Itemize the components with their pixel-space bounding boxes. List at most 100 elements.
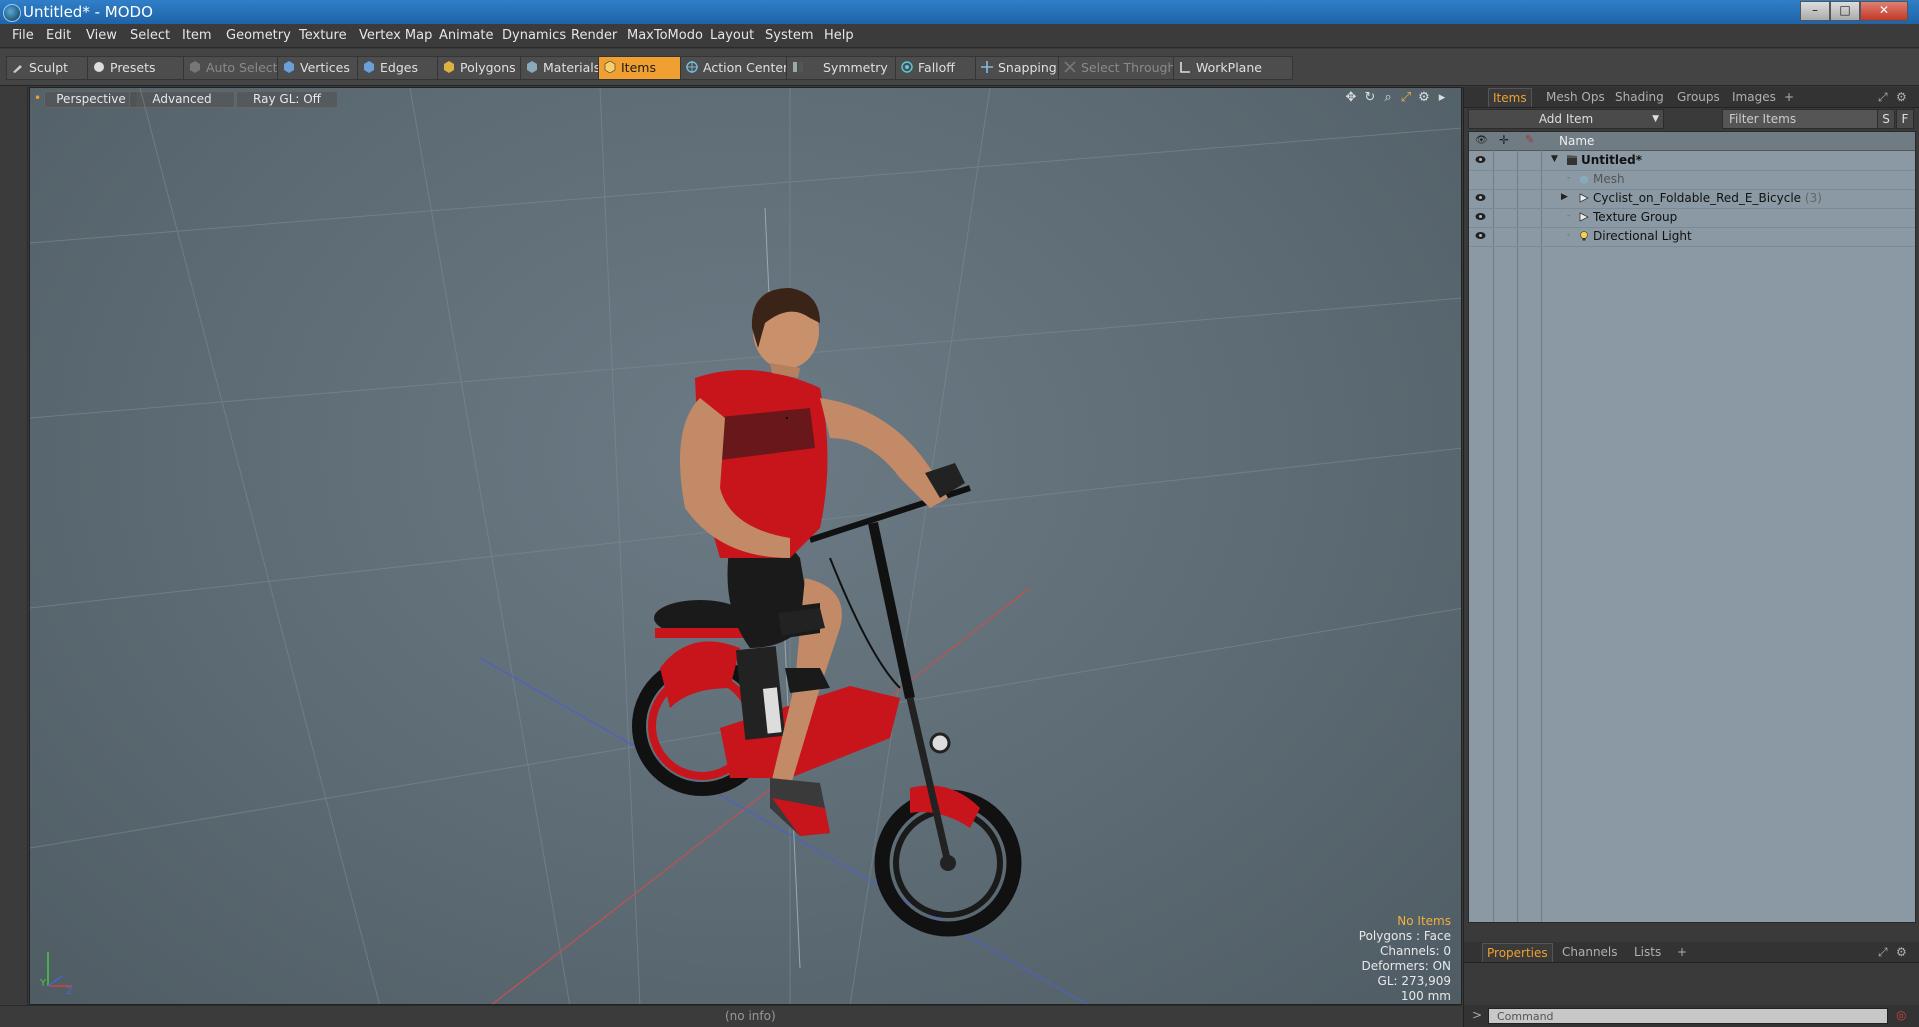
item-list: 👁 ✛ ✎ Name ▼ Untitled* - Mesh ▶ Cyclist_…	[1468, 131, 1916, 923]
tab-items[interactable]: Items	[1488, 88, 1532, 107]
maximize-button[interactable]: □	[1830, 1, 1860, 21]
right-panel: Items Mesh Ops Shading Groups Images + ⤢…	[1463, 87, 1919, 1027]
panel-settings-gear-icon[interactable]: ⚙	[1896, 88, 1907, 106]
item-row-untitled[interactable]: ▼ Untitled*	[1469, 151, 1915, 171]
visibility-eye-icon[interactable]	[1475, 155, 1486, 164]
cyclist-item-label: Cyclist_on_Foldable_Red_E_Bicycle	[1593, 191, 1802, 205]
menu-render[interactable]: Render	[571, 24, 617, 48]
materials-icon	[527, 61, 537, 73]
light-bulb-icon	[1580, 231, 1588, 241]
tab-shading[interactable]: Shading	[1615, 88, 1664, 106]
menu-item[interactable]: Item	[182, 24, 212, 48]
panel-expand-icon[interactable]: ⤢	[1878, 88, 1888, 106]
items-icon	[604, 61, 616, 73]
left-tool-strip	[0, 87, 28, 1005]
symmetry-icon	[793, 62, 803, 72]
filter-items-input[interactable]: Filter Items	[1722, 109, 1880, 129]
command-bar: > Command ◎	[1464, 1005, 1919, 1027]
add-item-button[interactable]: Add Item ▼	[1468, 109, 1664, 129]
workplane-button[interactable]: WorkPlane	[1173, 56, 1293, 80]
status-info: (no info)	[725, 1009, 776, 1023]
add-tab-icon[interactable]: +	[1784, 88, 1794, 106]
presets-icon	[94, 62, 104, 72]
3d-viewport[interactable]: • Perspective Advanced Ray GL: Off ✥ ↻ ⌕…	[29, 87, 1462, 1005]
title-bar: Untitled* - MODO – □ ✕	[0, 0, 1919, 24]
properties-panel-tabbar: Properties Channels Lists + ⤢ ⚙	[1464, 942, 1919, 963]
scale-info: 100 mm	[1400, 989, 1451, 1003]
menu-view[interactable]: View	[86, 24, 117, 48]
collapse-arrow-icon[interactable]: ▼	[1551, 154, 1558, 164]
menu-layout[interactable]: Layout	[710, 24, 754, 48]
command-prompt-icon: >	[1472, 1008, 1483, 1022]
items-panel-tabbar: Items Mesh Ops Shading Groups Images + ⤢…	[1464, 87, 1919, 108]
visibility-eye-icon[interactable]	[1475, 193, 1486, 202]
snapping-icon	[981, 61, 993, 73]
filter-s-button[interactable]: S	[1877, 109, 1895, 129]
minimize-button[interactable]: –	[1800, 1, 1830, 21]
filter-f-button[interactable]: F	[1896, 109, 1914, 129]
menu-help[interactable]: Help	[824, 24, 854, 48]
tab-lists[interactable]: Lists	[1634, 943, 1661, 961]
menu-edit[interactable]: Edit	[46, 24, 71, 48]
axis-z-label: Z	[66, 986, 73, 996]
menu-system[interactable]: System	[765, 24, 813, 48]
mesh-cube-icon	[1580, 175, 1588, 184]
brush-icon	[13, 65, 22, 73]
name-column-header[interactable]: Name	[1559, 134, 1594, 148]
menu-dynamics[interactable]: Dynamics	[502, 24, 566, 48]
channels-info: Channels: 0	[1379, 944, 1451, 958]
item-row-cyclist[interactable]: ▶ Cyclist_on_Foldable_Red_E_Bicycle (3)	[1469, 189, 1915, 209]
status-bar: (no info)	[0, 1005, 1462, 1027]
visibility-eye-icon[interactable]	[1475, 212, 1486, 221]
close-button[interactable]: ✕	[1860, 1, 1908, 21]
auto-select-icon	[190, 61, 200, 73]
axis-y-label: Y	[39, 978, 47, 989]
item-row-texture-group[interactable]: - Texture Group	[1469, 208, 1915, 228]
visibility-eye-icon[interactable]	[1475, 231, 1486, 240]
menu-animate[interactable]: Animate	[439, 24, 493, 48]
menu-file[interactable]: File	[12, 24, 34, 48]
render-column-icon[interactable]: ✎	[1525, 133, 1534, 146]
toolbar: Sculpt Presets Auto Select Vertices Edge…	[0, 49, 1919, 86]
viewport-info-overlay: No Items Polygons : Face Channels: 0 Def…	[1359, 914, 1451, 1004]
tab-channels[interactable]: Channels	[1562, 943, 1618, 961]
texture-group-icon	[1579, 212, 1589, 222]
tab-mesh-ops[interactable]: Mesh Ops	[1546, 88, 1605, 106]
modo-app-icon	[3, 4, 21, 22]
command-history-icon[interactable]: ◎	[1896, 1008, 1906, 1022]
falloff-icon	[901, 61, 913, 73]
tab-properties[interactable]: Properties	[1482, 943, 1553, 962]
lock-column-icon[interactable]: ✛	[1499, 133, 1509, 147]
polygons-icon	[444, 61, 454, 73]
add-tab-icon[interactable]: +	[1677, 943, 1687, 961]
polygons-info: Polygons : Face	[1358, 929, 1451, 943]
item-row-directional-light[interactable]: - Directional Light	[1469, 227, 1915, 247]
item-list-header: 👁 ✛ ✎ Name	[1469, 132, 1915, 151]
menu-maxtomodo[interactable]: MaxToModo	[627, 24, 703, 48]
menu-bar: File Edit View Select Item Geometry Text…	[0, 24, 1919, 48]
command-input[interactable]: Command	[1488, 1008, 1888, 1024]
add-item-dropdown-icon: ▼	[1652, 114, 1659, 124]
axis-gizmo-icon: Z Y	[39, 952, 73, 996]
menu-select[interactable]: Select	[130, 24, 170, 48]
menu-geometry[interactable]: Geometry	[226, 24, 291, 48]
panel-settings-gear-icon[interactable]: ⚙	[1896, 943, 1907, 961]
tab-groups[interactable]: Groups	[1677, 88, 1720, 106]
vertices-icon	[284, 61, 294, 73]
menu-vertex-map[interactable]: Vertex Map	[359, 24, 432, 48]
scene-clapper-icon	[1567, 155, 1577, 165]
item-row-mesh[interactable]: - Mesh	[1469, 170, 1915, 190]
menu-texture[interactable]: Texture	[299, 24, 347, 48]
panel-expand-icon[interactable]: ⤢	[1878, 943, 1888, 961]
group-locator-icon	[1579, 193, 1589, 203]
deformers-info: Deformers: ON	[1361, 959, 1451, 973]
scene-render	[30, 88, 1461, 1004]
window-title: Untitled* - MODO	[23, 3, 153, 21]
visibility-column-eye-icon[interactable]: 👁	[1475, 135, 1488, 146]
cyclist-item-count: (3)	[1804, 191, 1822, 205]
action-center-icon	[686, 61, 698, 73]
tab-images[interactable]: Images	[1732, 88, 1776, 106]
expand-arrow-icon[interactable]: ▶	[1561, 192, 1568, 202]
selection-info: No Items	[1397, 914, 1451, 928]
workplane-icon	[1180, 62, 1190, 73]
